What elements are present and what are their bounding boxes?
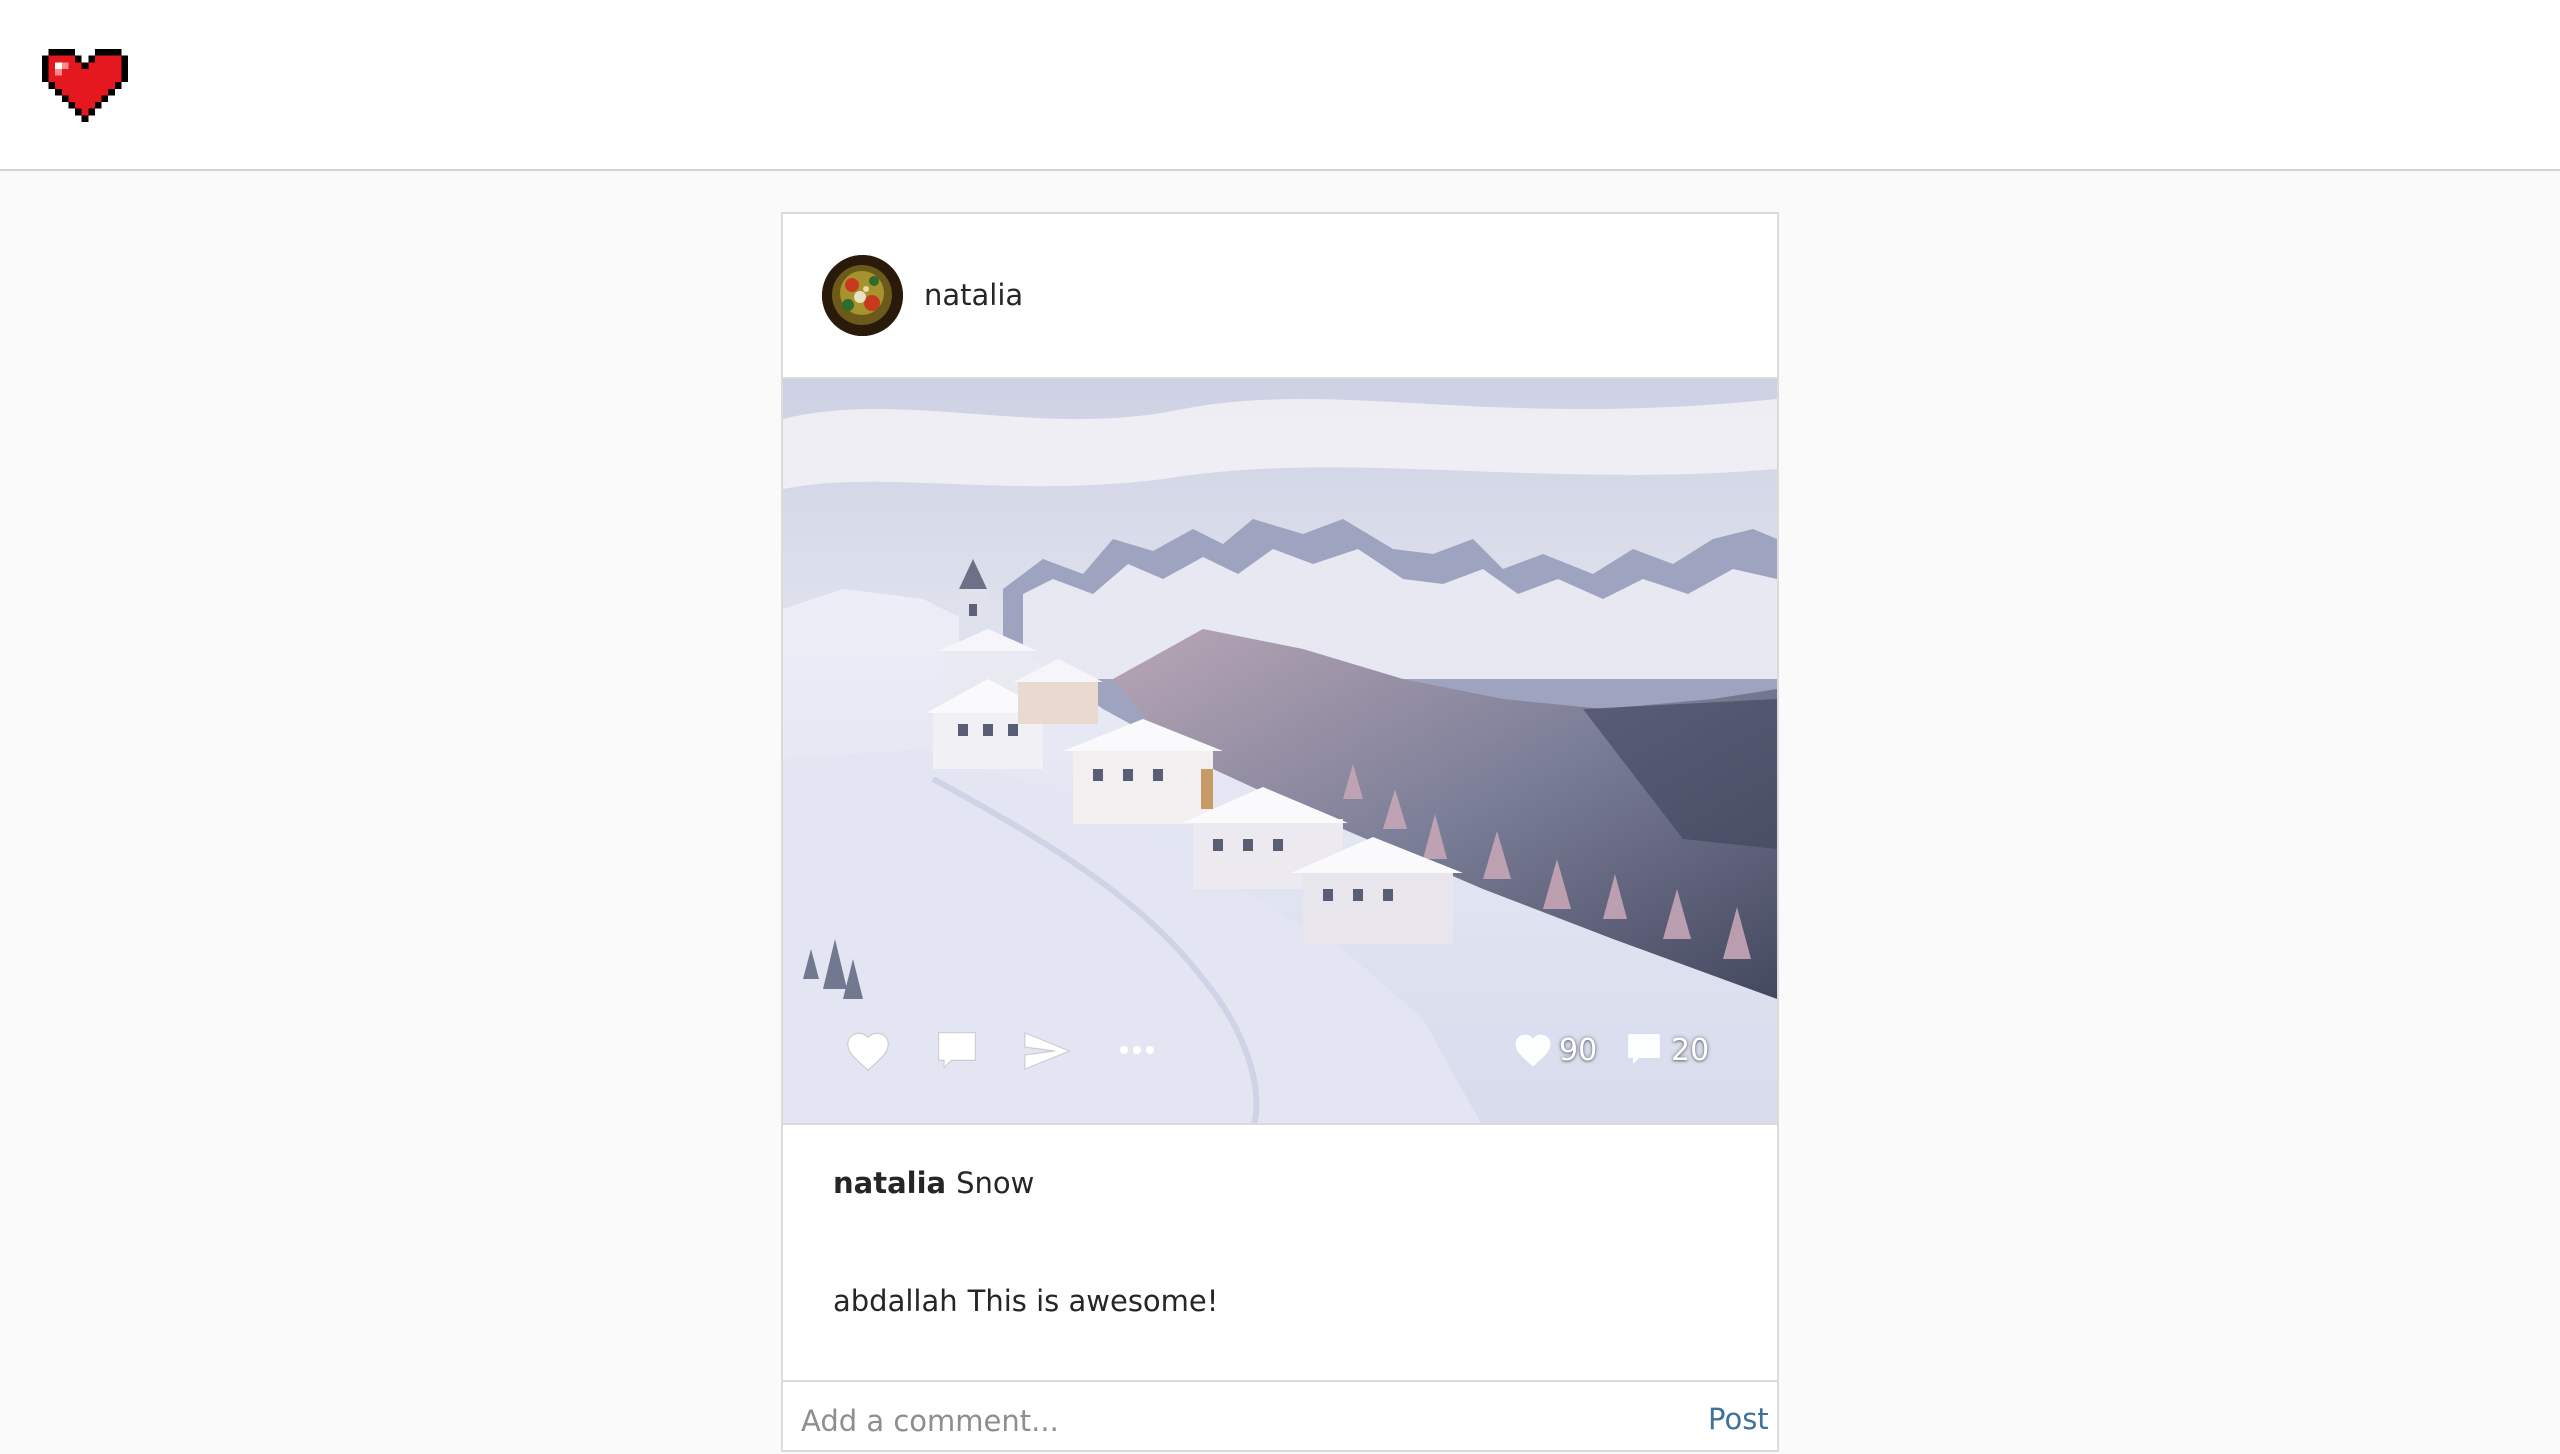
pixel-heart-logo-icon[interactable]: [39, 49, 131, 122]
comment-input[interactable]: [801, 1400, 1651, 1442]
post-header: natalia: [783, 214, 1777, 377]
caption-username[interactable]: natalia: [833, 1166, 946, 1200]
avatar[interactable]: [822, 255, 903, 336]
likes-heart-icon: [1513, 1031, 1553, 1069]
top-bar: [0, 0, 2560, 171]
comment-item: abdallah This is awesome!: [833, 1282, 1218, 1320]
comment-icon[interactable]: [935, 1029, 979, 1073]
more-icon[interactable]: [1119, 1043, 1155, 1057]
post-card: natalia 90 20 natalia Snow abdallah This…: [781, 212, 1779, 1452]
caption-text: Snow: [956, 1166, 1035, 1200]
post-caption: natalia Snow: [833, 1164, 1034, 1202]
post-photo[interactable]: 90 20: [783, 377, 1777, 1125]
comment-text: This is awesome!: [967, 1284, 1219, 1318]
post-username[interactable]: natalia: [924, 276, 1023, 314]
comments-count-icon: [1625, 1031, 1663, 1069]
send-icon[interactable]: [1023, 1031, 1071, 1071]
add-comment-bar: Post: [783, 1380, 1777, 1454]
comment-username[interactable]: abdallah: [833, 1284, 958, 1318]
post-comment-button[interactable]: Post: [1708, 1400, 1769, 1438]
heart-icon[interactable]: [845, 1029, 891, 1073]
